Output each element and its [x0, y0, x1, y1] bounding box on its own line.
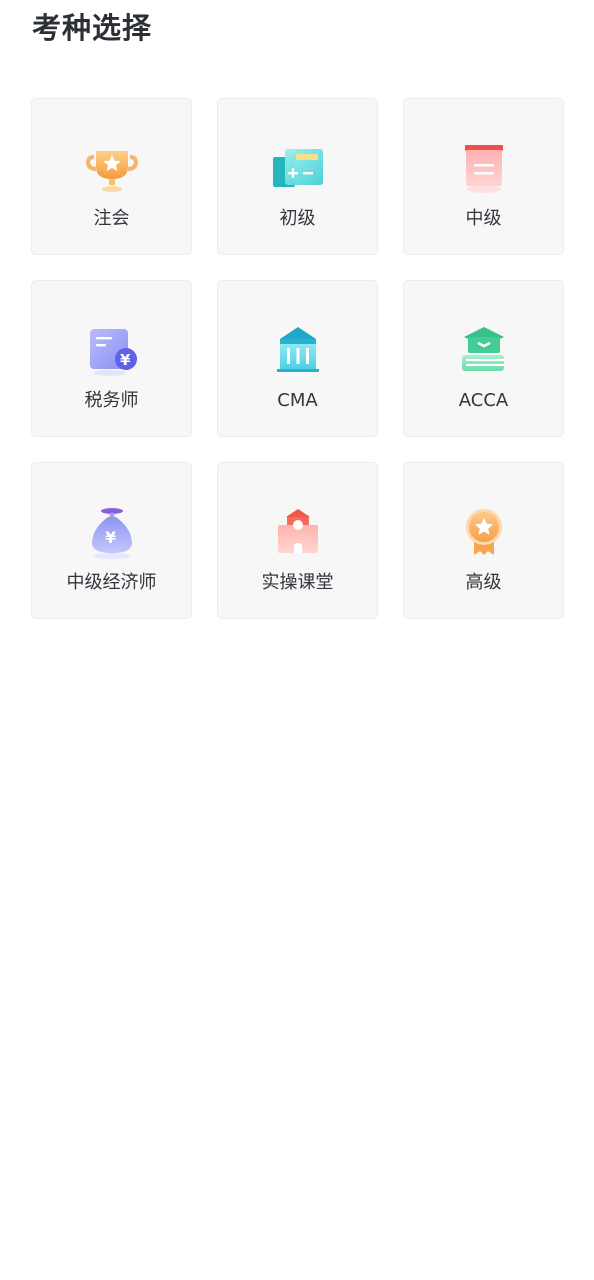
school-building-icon: [268, 503, 328, 563]
exam-card-label: 税务师: [84, 390, 139, 411]
document-icon: [454, 139, 514, 199]
medal-icon: [454, 503, 514, 563]
exam-card-label: 中级经济师: [66, 572, 157, 593]
exam-card-practical-class[interactable]: 实操课堂: [217, 462, 378, 619]
exam-selection-page: 考种选择 注会 初级 中级 ¥ 税务师 CMA ACCA ¥ 中级经济师 实操课…: [0, 0, 594, 1280]
exam-card-tax-agent[interactable]: ¥ 税务师: [31, 280, 192, 437]
exam-card-intermediate[interactable]: 中级: [403, 98, 564, 255]
exam-card-cma[interactable]: CMA: [217, 280, 378, 437]
exam-card-label: 中级: [465, 208, 502, 229]
tax-invoice-icon: ¥: [82, 321, 142, 381]
exam-type-grid: 注会 初级 中级 ¥ 税务师 CMA ACCA ¥ 中级经济师 实操课堂 高级: [31, 98, 564, 619]
exam-card-label: 实操课堂: [261, 572, 334, 593]
money-bag-icon: ¥: [82, 503, 142, 563]
exam-card-acca[interactable]: ACCA: [403, 280, 564, 437]
exam-card-label: 注会: [93, 208, 130, 229]
page-title: 考种选择: [32, 11, 153, 45]
trophy-icon: [82, 139, 142, 199]
graduation-book-icon: [454, 321, 514, 381]
svg-text:¥: ¥: [120, 351, 131, 369]
exam-card-senior[interactable]: 高级: [403, 462, 564, 619]
exam-card-junior[interactable]: 初级: [217, 98, 378, 255]
bank-building-icon: [268, 321, 328, 381]
exam-card-cpa[interactable]: 注会: [31, 98, 192, 255]
exam-card-label: 高级: [465, 572, 502, 593]
exam-card-label: 初级: [279, 208, 316, 229]
exam-card-label: ACCA: [458, 390, 509, 411]
calculator-icon: [268, 139, 328, 199]
exam-card-label: CMA: [277, 390, 318, 411]
svg-text:¥: ¥: [105, 528, 116, 547]
exam-card-intermediate-economist[interactable]: ¥ 中级经济师: [31, 462, 192, 619]
